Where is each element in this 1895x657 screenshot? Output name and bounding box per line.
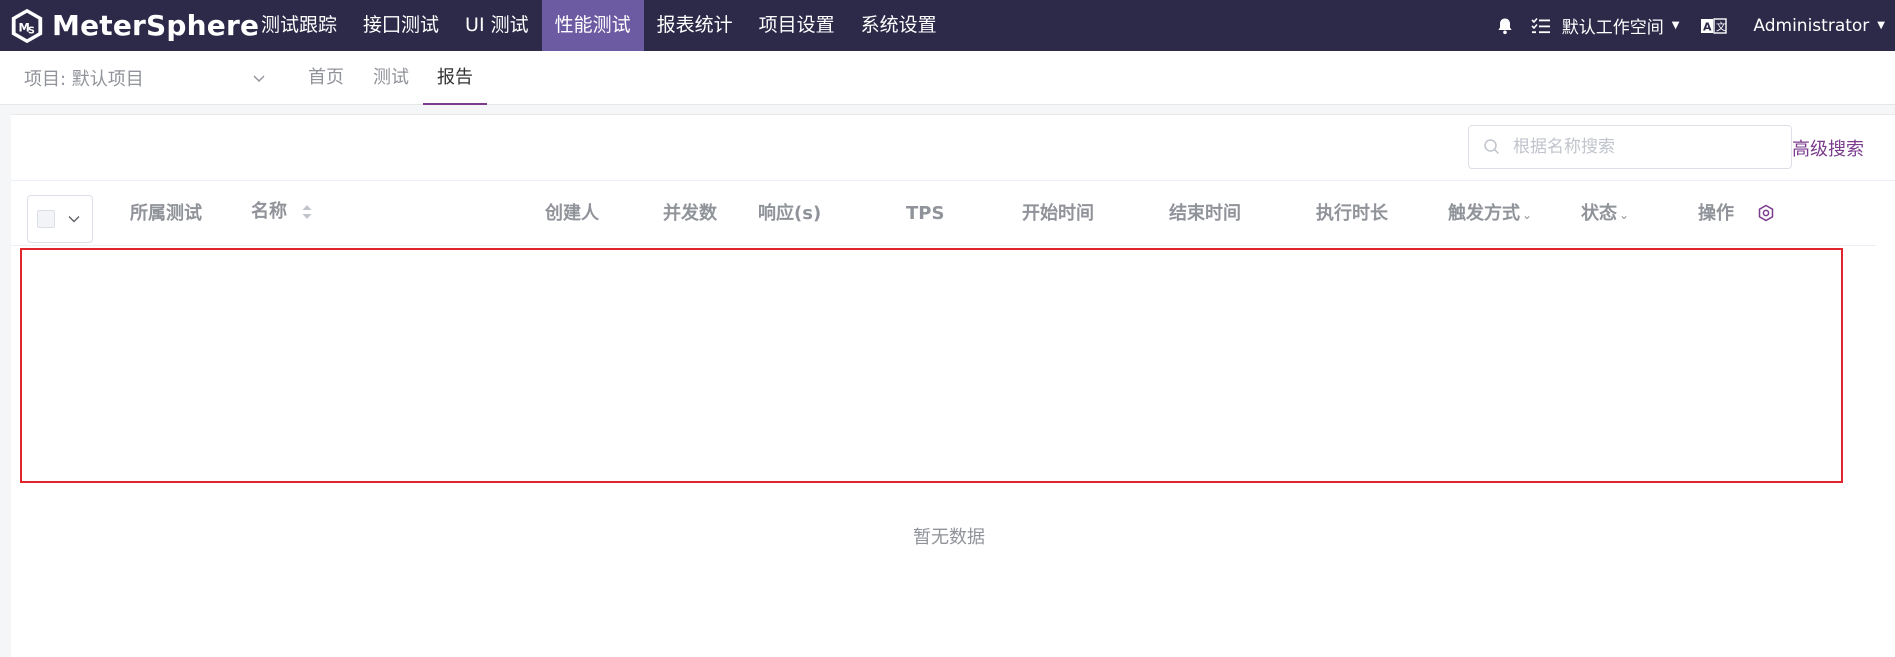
main-nav: 测试跟踪 接囗测试 UI 测试 性能测试 报表统计 项目设置 系统设置 xyxy=(248,0,950,51)
chevron-down-icon xyxy=(253,75,265,82)
svg-text:A: A xyxy=(1703,20,1712,33)
column-header-status-label: 状态 xyxy=(1581,203,1617,224)
svg-text:文: 文 xyxy=(1716,20,1726,33)
caret-down-icon: ▼ xyxy=(1671,20,1680,31)
highlight-annotation xyxy=(20,248,1843,483)
user-menu[interactable]: Administrator ▼ xyxy=(1753,16,1885,36)
app-name: MeterSphere xyxy=(52,9,260,42)
workspace-name: 默认工作空间 xyxy=(1561,18,1664,38)
filter-caret-icon: ⌄ xyxy=(1522,208,1533,222)
column-header-end-time: 结束时间 xyxy=(1169,203,1241,224)
user-name: Administrator xyxy=(1753,15,1870,36)
column-header-name-wrapper[interactable]: 名称 xyxy=(251,186,313,238)
bell-icon[interactable] xyxy=(1494,15,1516,37)
tab-report[interactable]: 报告 xyxy=(423,51,487,105)
column-header-name: 名称 xyxy=(251,201,287,222)
nav-item-api-test[interactable]: 接囗测试 xyxy=(350,0,452,51)
advanced-search-link[interactable]: 高级搜索 xyxy=(1792,135,1864,161)
project-selector[interactable]: 项目: 默认项目 xyxy=(24,51,274,105)
column-header-trigger[interactable]: 触发方式 ⌄ xyxy=(1448,188,1532,240)
nav-item-test-track[interactable]: 测试跟踪 xyxy=(248,0,350,51)
svg-text:S: S xyxy=(28,25,35,36)
table-header: 所属测试 名称 创建人 并发数 响应(s) TPS 开始时间 结束时间 执行时长… xyxy=(11,188,1876,246)
divider xyxy=(11,180,1895,181)
column-header-creator: 创建人 xyxy=(545,203,599,224)
task-list-icon[interactable] xyxy=(1530,15,1552,37)
top-nav-bar: M S MeterSphere 测试跟踪 接囗测试 UI 测试 性能测试 报表统… xyxy=(0,0,1895,51)
select-all-checkbox[interactable] xyxy=(37,210,55,228)
nav-item-performance-test[interactable]: 性能测试 xyxy=(541,0,644,51)
nav-item-report-stats[interactable]: 报表统计 xyxy=(644,0,746,51)
sort-icon[interactable] xyxy=(301,203,313,221)
search-input[interactable] xyxy=(1513,137,1763,157)
column-header-duration: 执行时长 xyxy=(1316,203,1388,224)
column-header-concurrency: 并发数 xyxy=(663,203,717,224)
nav-item-system-settings[interactable]: 系统设置 xyxy=(848,0,950,51)
metersphere-logo-icon: M S xyxy=(11,8,43,43)
chevron-down-icon xyxy=(68,216,80,223)
tab-home[interactable]: 首页 xyxy=(305,51,347,105)
language-icon[interactable]: A 文 xyxy=(1701,15,1728,37)
caret-down-icon: ▼ xyxy=(1877,20,1885,31)
tab-test[interactable]: 测试 xyxy=(370,51,412,105)
column-header-response: 响应(s) xyxy=(758,203,822,224)
top-right-area: 默认工作空间 ▼ A 文 Administrator ▼ xyxy=(1494,0,1895,51)
app-logo[interactable]: M S MeterSphere xyxy=(8,4,259,47)
gear-icon[interactable] xyxy=(1757,204,1775,222)
column-header-status[interactable]: 状态 ⌄ xyxy=(1581,188,1629,240)
column-header-tps: TPS xyxy=(906,203,945,224)
column-header-operation: 操作 xyxy=(1698,203,1734,224)
workspace-selector[interactable]: 默认工作空间 ▼ xyxy=(1562,13,1680,38)
column-header-test: 所属测试 xyxy=(130,203,202,224)
search-icon xyxy=(1484,139,1500,155)
column-header-start-time: 开始时间 xyxy=(1022,203,1094,224)
project-label: 项目: 默认项目 xyxy=(24,69,144,90)
sub-header: 项目: 默认项目 首页 测试 报告 xyxy=(0,51,1895,105)
column-header-trigger-label: 触发方式 xyxy=(1448,203,1520,224)
search-input-wrapper xyxy=(1468,125,1792,169)
nav-item-ui-test[interactable]: UI 测试 xyxy=(452,0,542,51)
filter-caret-icon: ⌄ xyxy=(1619,208,1630,222)
empty-state-text: 暂无数据 xyxy=(913,527,985,548)
nav-item-project-settings[interactable]: 项目设置 xyxy=(746,0,848,51)
select-all-dropdown[interactable] xyxy=(27,195,93,243)
